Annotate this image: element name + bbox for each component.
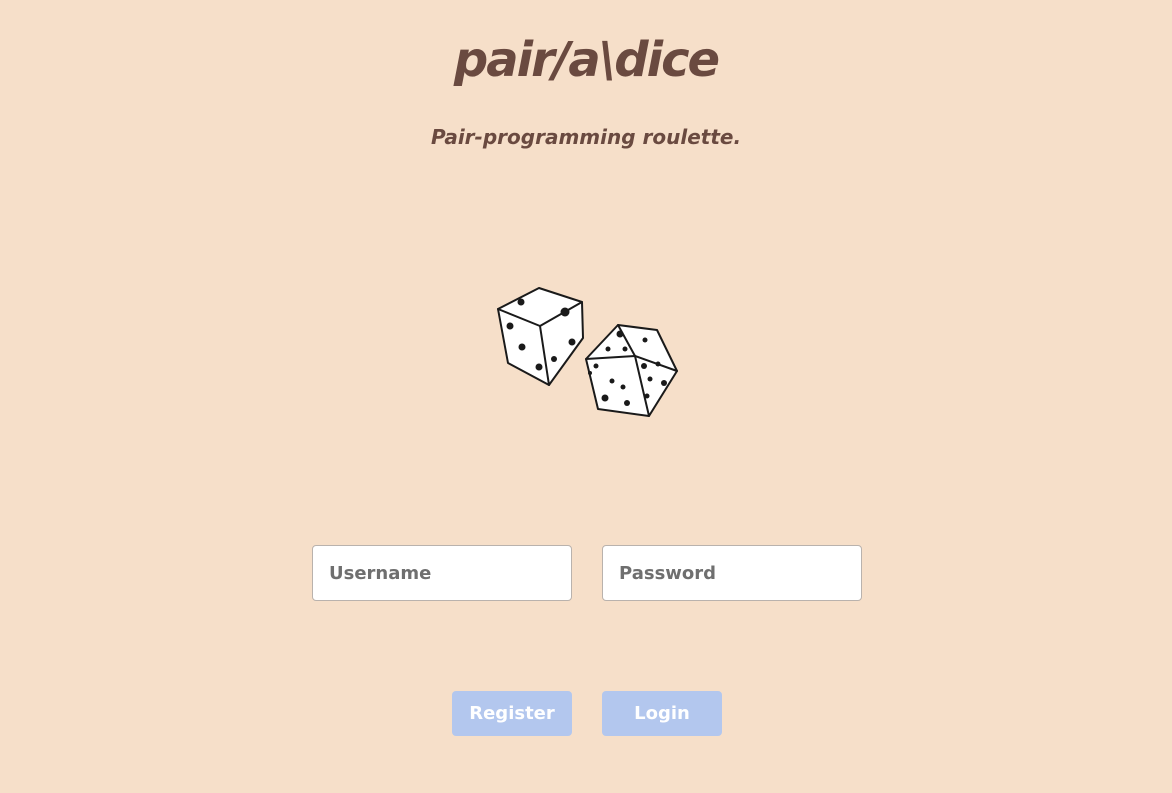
username-field[interactable] xyxy=(312,545,572,601)
register-button[interactable]: Register xyxy=(452,691,572,736)
login-form: Register Login xyxy=(0,0,1172,793)
login-button[interactable]: Login xyxy=(602,691,722,736)
password-field[interactable] xyxy=(602,545,862,601)
